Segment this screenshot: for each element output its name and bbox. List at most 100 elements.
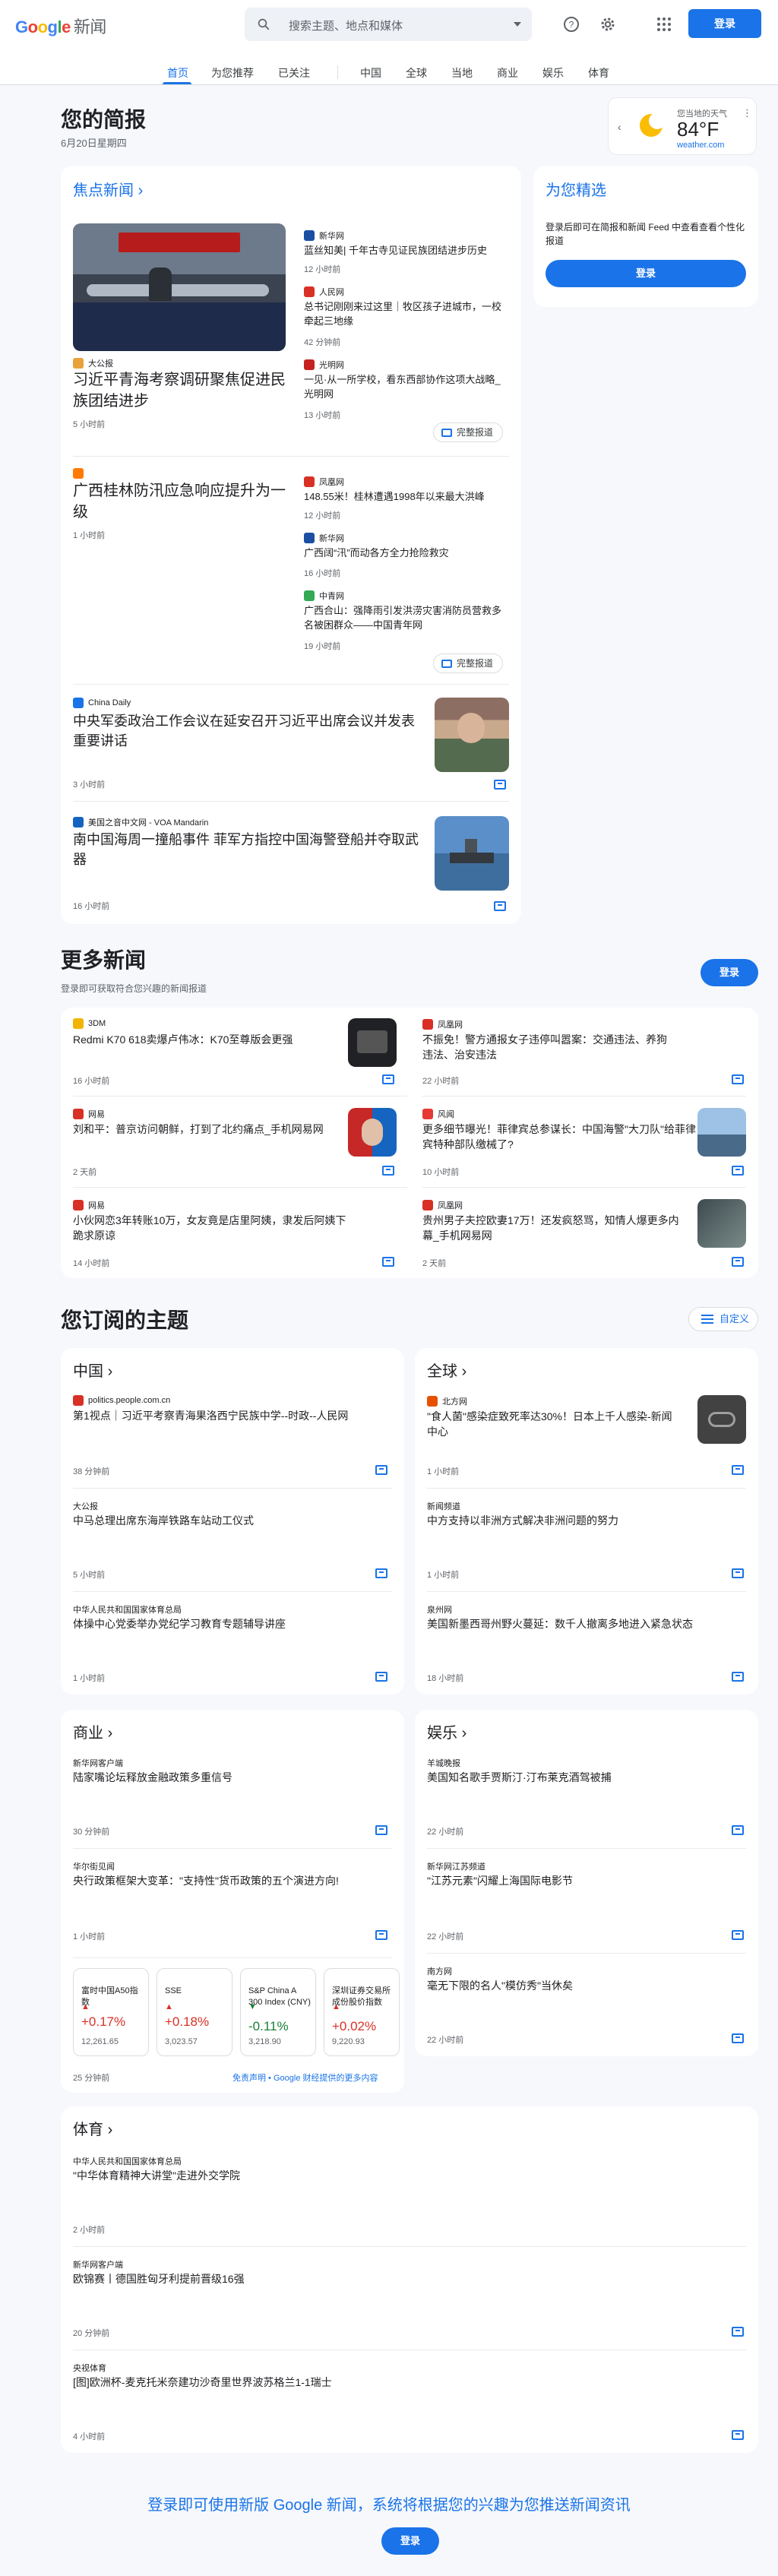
headline-link[interactable]: 美国新墨西哥州野火蔓延：数千人撤离多地进入紧急状态 xyxy=(427,1617,746,1631)
tab-home[interactable]: 首页 xyxy=(167,65,188,81)
headline-link[interactable]: 蓝丝知美| 千年古寺见证民族团结进步历史 xyxy=(304,243,509,258)
headline-link[interactable]: 中方支持以非洲方式解决非洲问题的努力 xyxy=(427,1514,746,1528)
full-coverage-button[interactable]: 完整报道 xyxy=(433,422,504,442)
headline-link[interactable]: 广西阔“汛”而动各方全力抢险救灾 xyxy=(304,546,509,560)
headline-link[interactable]: "江苏元素"闪耀上海国际电影节 xyxy=(427,1874,746,1888)
full-coverage-icon[interactable] xyxy=(732,1672,744,1682)
news-image-classroom[interactable] xyxy=(73,223,286,351)
finance-disclaimer-link[interactable]: 免责声明 • Google 财经提供的更多内容 xyxy=(232,2071,378,2084)
full-coverage-icon[interactable] xyxy=(732,1568,744,1578)
more-news-signin-button[interactable]: 登录 xyxy=(701,959,758,986)
customize-button[interactable]: 自定义 xyxy=(688,1307,758,1331)
topic-title-link[interactable]: 全球 › xyxy=(427,1359,466,1381)
full-coverage-icon[interactable] xyxy=(494,780,506,790)
headline-link[interactable]: [图]欧洲杯-麦克托米奈建功沙奇里世界波苏格兰1-1瑞士 xyxy=(73,2375,742,2390)
full-coverage-icon[interactable] xyxy=(375,1568,387,1578)
full-coverage-icon[interactable] xyxy=(382,1074,394,1084)
tab-sports[interactable]: 体育 xyxy=(588,65,609,81)
chevron-left-icon[interactable]: ‹ xyxy=(618,121,621,133)
headline-link[interactable]: 一见·从一所学校，看东西部协作这项大战略_光明网 xyxy=(304,372,509,401)
headline-link[interactable]: 央行政策框架大变革："支持性"货币政策的五个演进方向! xyxy=(73,1874,392,1888)
tab-china[interactable]: 中国 xyxy=(360,65,381,81)
weather-source-link[interactable]: weather.com xyxy=(677,141,724,150)
headline-link[interactable]: 美国知名歌手贾斯汀·汀布莱克酒驾被捕 xyxy=(427,1771,746,1785)
headline-link[interactable]: 南中国海周一撞船事件 菲军方指控中国海警登船并夺取武器 xyxy=(73,830,422,869)
full-coverage-icon[interactable] xyxy=(732,1257,744,1267)
stock-card[interactable]: ▼ S&P China A 300 Index (CNY) -0.11% 3,2… xyxy=(240,1968,316,2056)
full-coverage-icon[interactable] xyxy=(732,2430,744,2440)
headline-link[interactable]: 贵州男子夫控欧妻17万！还发疯怒骂，知情人爆更多内幕_手机网易网 xyxy=(422,1213,681,1243)
news-thumbnail-boats[interactable] xyxy=(697,1108,746,1157)
headline-link[interactable]: 中马总理出席东海岸铁路车站动工仪式 xyxy=(73,1514,392,1528)
news-image-speaker[interactable] xyxy=(435,698,509,772)
settings-gear-icon[interactable] xyxy=(599,15,617,33)
headline-link[interactable]: 总书记刚刚来过这里｜牧区孩子进城市，一校牵起三地缘 xyxy=(304,299,509,328)
tab-for-you[interactable]: 为您推荐 xyxy=(211,65,254,81)
headline-link[interactable]: 欧锦赛丨德国胜匈牙利提前晋级16强 xyxy=(73,2272,742,2286)
topic-title-link[interactable]: 商业 › xyxy=(73,1720,112,1742)
news-thumbnail-phone[interactable] xyxy=(348,1018,397,1067)
headline-link[interactable]: 习近平青海考察调研聚焦促进民族团结进步 xyxy=(73,369,286,412)
google-news-logo[interactable]: Google 新闻 xyxy=(15,14,106,38)
tab-entertainment[interactable]: 娱乐 xyxy=(542,65,564,81)
help-icon[interactable]: ? xyxy=(562,15,580,33)
headline-link[interactable]: 广西桂林防汛应急响应提升为一级 xyxy=(73,480,286,523)
full-coverage-icon[interactable] xyxy=(732,1825,744,1835)
full-coverage-icon[interactable] xyxy=(382,1257,394,1267)
weather-widget[interactable]: ‹ 您当地的天气 84°F weather.com ⋮ xyxy=(608,97,757,155)
full-coverage-icon[interactable] xyxy=(732,1074,744,1084)
tab-world[interactable]: 全球 xyxy=(406,65,427,81)
headline-link[interactable]: 更多细节曝光！菲律宾总参谋长：中国海警"大刀队"给菲律宾特种部队缴械了? xyxy=(422,1122,696,1152)
headline-link[interactable]: 广西合山：强降雨引发洪涝灾害消防员营救多名被困群众——中国青年网 xyxy=(304,603,509,632)
headline-link[interactable]: 中央军委政治工作会议在延安召开习近平出席会议并发表重要讲话 xyxy=(73,711,422,751)
headline-link[interactable]: 刘和平：普京访问朝鲜，打到了北约痛点_手机网易网 xyxy=(73,1122,331,1137)
headline-link[interactable]: "中华体育精神大讲堂"走进外交学院 xyxy=(73,2169,742,2183)
full-coverage-icon[interactable] xyxy=(732,2033,744,2043)
headline-link[interactable]: 体操中心党委举办党纪学习教育专题辅导讲座 xyxy=(73,1617,392,1631)
signin-button[interactable]: 登录 xyxy=(688,9,761,38)
story-divider xyxy=(73,684,509,685)
headline-link[interactable]: Redmi K70 618卖爆卢伟冰：K70至尊版会更强 xyxy=(73,1032,331,1047)
news-thumbnail-leaders[interactable] xyxy=(348,1108,397,1157)
timestamp: 1 小时前 xyxy=(73,531,106,540)
topic-title-link[interactable]: 体育 › xyxy=(73,2117,112,2139)
source-row: 大公报 xyxy=(73,1500,98,1512)
headline-link[interactable]: 第1视点｜习近平考察青海果洛西宁民族中学--时政--人民网 xyxy=(73,1409,392,1423)
full-coverage-icon[interactable] xyxy=(375,1930,387,1940)
topic-title-link[interactable]: 中国 › xyxy=(73,1359,112,1381)
headline-link[interactable]: 不振免！警方通报女子违停叫嚣案：交通违法、养狗违法、治安违法 xyxy=(422,1032,673,1062)
stock-card[interactable]: ▲ 深圳证券交易所成份股价指数 +0.02% 9,220.93 xyxy=(324,1968,400,2056)
news-image-ship[interactable] xyxy=(435,816,509,891)
full-coverage-icon[interactable] xyxy=(494,901,506,911)
headline-link[interactable]: 148.55米！桂林遭遇1998年以来最大洪峰 xyxy=(304,489,509,504)
full-coverage-icon[interactable] xyxy=(732,1930,744,1940)
search-options-icon[interactable] xyxy=(514,22,521,27)
full-coverage-icon[interactable] xyxy=(375,1465,387,1475)
search-box[interactable]: 搜索主题、地点和媒体 xyxy=(245,8,532,41)
headline-link[interactable]: "食人菌"感染症致死率达30%！日本上千人感染-新闻中心 xyxy=(427,1409,678,1439)
topic-title-link[interactable]: 娱乐 › xyxy=(427,1720,466,1742)
picks-signin-button[interactable]: 登录 xyxy=(546,260,746,287)
tab-following[interactable]: 已关注 xyxy=(278,65,310,81)
more-options-icon[interactable]: ⋮ xyxy=(742,107,752,119)
full-coverage-button[interactable]: 完整报道 xyxy=(433,653,504,673)
full-coverage-icon[interactable] xyxy=(732,2327,744,2337)
tab-business[interactable]: 商业 xyxy=(497,65,518,81)
tab-local[interactable]: 当地 xyxy=(451,65,473,81)
full-coverage-icon[interactable] xyxy=(375,1825,387,1835)
chevron-right-icon: › xyxy=(138,182,144,199)
full-coverage-icon[interactable] xyxy=(732,1166,744,1176)
stock-card[interactable]: ▲ 富时中国A50指数 +0.17% 12,261.65 xyxy=(73,1968,149,2056)
headline-link[interactable]: 陆家嘴论坛释放金融政策多重信号 xyxy=(73,1771,392,1785)
apps-grid-icon[interactable] xyxy=(655,15,673,33)
full-coverage-icon[interactable] xyxy=(732,1465,744,1475)
stock-card[interactable]: ▲ SSE +0.18% 3,023.57 xyxy=(157,1968,232,2056)
headlines-title-link[interactable]: 焦点新闻 › xyxy=(73,178,143,200)
news-thumbnail-man[interactable] xyxy=(697,1199,746,1248)
headline-link[interactable]: 小伙网恋3年转账10万，女友竟是店里阿姨，隶发后阿姨下跪求原谅 xyxy=(73,1213,354,1243)
headline-link[interactable]: 毫无下限的名人"模仿秀"当休矣 xyxy=(427,1979,746,1993)
news-thumbnail-bacteria[interactable] xyxy=(697,1395,746,1444)
full-coverage-icon[interactable] xyxy=(375,1672,387,1682)
footer-signin-button[interactable]: 登录 xyxy=(381,2527,439,2555)
full-coverage-icon[interactable] xyxy=(382,1166,394,1176)
